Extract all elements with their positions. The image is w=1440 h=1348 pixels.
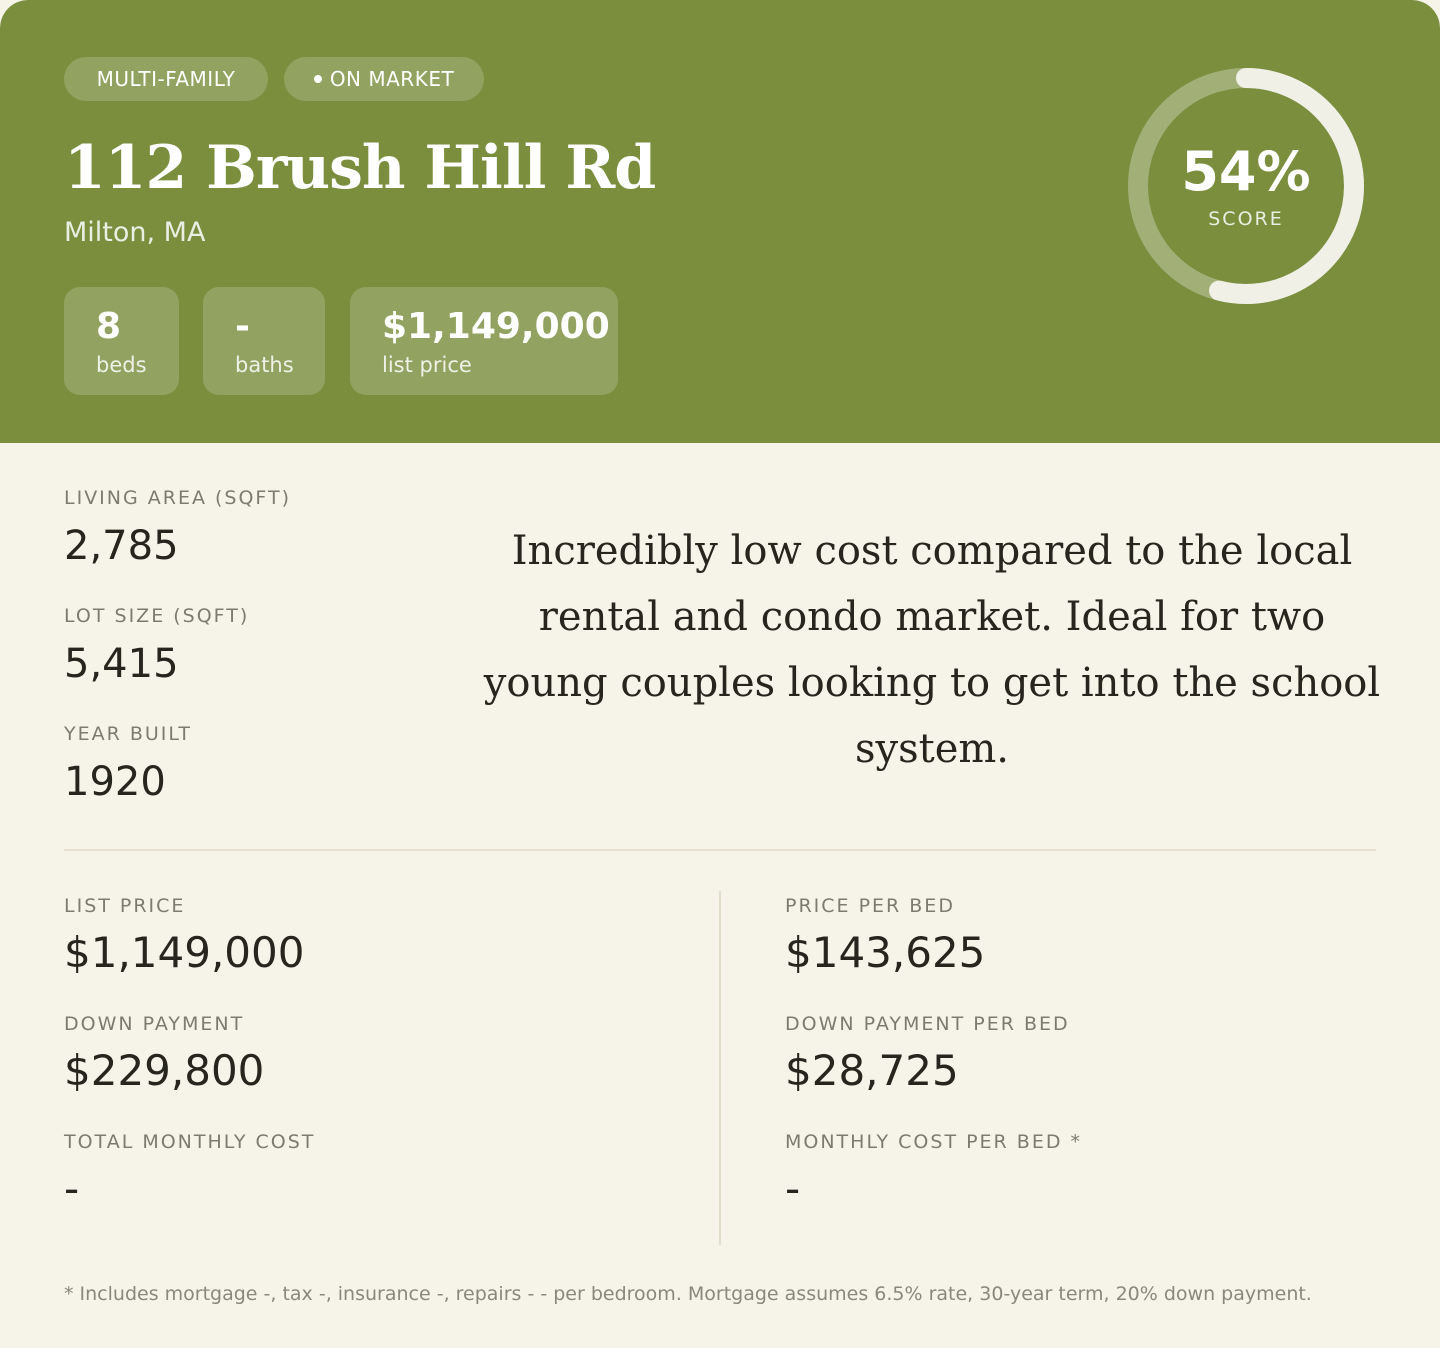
market-status-label: ON MARKET: [329, 67, 455, 91]
living-area-label: LIVING AREA (SQFT): [64, 487, 292, 509]
property-description: Incredibly low cost compared to the loca…: [483, 528, 1381, 772]
score-label: SCORE: [1208, 208, 1284, 230]
baths-value: -: [235, 306, 250, 347]
year-built-label: YEAR BUILT: [64, 723, 192, 745]
monthly-cost-per-bed-label: MONTHLY COST PER BED *: [785, 1131, 1083, 1153]
list-price-stat: $1,149,000 list price: [350, 287, 618, 395]
property-city: Milton, MA: [64, 217, 206, 248]
lot-size-value: 5,415: [64, 641, 179, 687]
property-address: 112 Brush Hill Rd: [64, 133, 656, 203]
property-type-badge: MULTI-FAMILY: [64, 57, 268, 101]
status-dot-icon: [313, 74, 322, 83]
section-divider: [64, 849, 1376, 851]
down-payment-per-bed-label: DOWN PAYMENT PER BED: [785, 1013, 1070, 1035]
market-status-badge: ON MARKET: [284, 57, 484, 101]
baths-label: baths: [235, 353, 294, 377]
down-payment-per-bed-value: $28,725: [785, 1046, 959, 1095]
down-payment-value: $229,800: [64, 1046, 265, 1095]
lot-size-label: LOT SIZE (SQFT): [64, 605, 250, 627]
list-price-fin-label: LIST PRICE: [64, 895, 186, 917]
down-payment-label: DOWN PAYMENT: [64, 1013, 245, 1035]
column-divider: [719, 891, 721, 1245]
cost-footnote: * Includes mortgage -, tax -, insurance …: [64, 1283, 1312, 1305]
list-price-label: list price: [382, 353, 472, 377]
property-card: MULTI-FAMILY ON MARKET 112 Brush Hill Rd…: [0, 0, 1440, 1348]
price-per-bed-label: PRICE PER BED: [785, 895, 955, 917]
year-built-value: 1920: [64, 759, 166, 805]
monthly-cost-per-bed-value: -: [785, 1164, 801, 1213]
list-price-fin-value: $1,149,000: [64, 928, 305, 977]
beds-label: beds: [96, 353, 147, 377]
score-value: 54%: [1181, 140, 1311, 203]
property-header: MULTI-FAMILY ON MARKET 112 Brush Hill Rd…: [0, 0, 1440, 443]
total-monthly-cost-value: -: [64, 1164, 80, 1213]
price-per-bed-value: $143,625: [785, 928, 986, 977]
beds-value: 8: [96, 306, 122, 347]
beds-stat: 8 beds: [64, 287, 179, 395]
list-price-value: $1,149,000: [382, 306, 610, 347]
living-area-value: 2,785: [64, 523, 179, 569]
baths-stat: - baths: [203, 287, 325, 395]
total-monthly-cost-label: TOTAL MONTHLY COST: [64, 1131, 316, 1153]
